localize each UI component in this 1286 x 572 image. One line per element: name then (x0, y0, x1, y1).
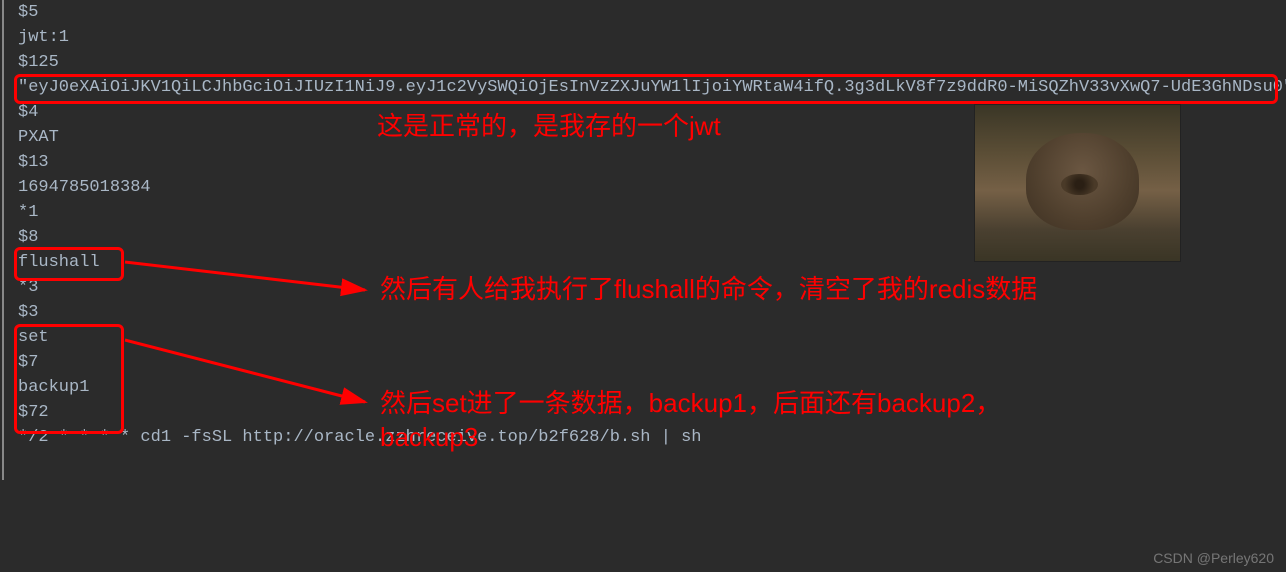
highlight-box-flushall (14, 247, 124, 281)
annotation-jwt: 这是正常的，是我存的一个jwt (377, 109, 721, 143)
code-line: jwt:1 (18, 25, 1286, 50)
annotation-set-line1: 然后set进了一条数据，backup1，后面还有backup2， (380, 388, 1001, 418)
wombat-image (974, 104, 1181, 262)
annotation-set: 然后set进了一条数据，backup1，后面还有backup2， backup3 (380, 386, 1001, 454)
highlight-box-jwt (14, 74, 1278, 104)
annotation-set-line2: backup3 (380, 422, 478, 452)
code-line: $5 (18, 0, 1286, 25)
highlight-box-set (14, 324, 124, 434)
gutter-line (2, 0, 4, 480)
watermark: CSDN @Perley620 (1153, 550, 1274, 566)
annotation-flushall: 然后有人给我执行了flushall的命令，清空了我的redis数据 (380, 272, 1037, 306)
code-line: $125 (18, 50, 1286, 75)
arrow-to-set-annotation (120, 330, 380, 420)
arrow-to-flushall-annotation (120, 250, 380, 310)
